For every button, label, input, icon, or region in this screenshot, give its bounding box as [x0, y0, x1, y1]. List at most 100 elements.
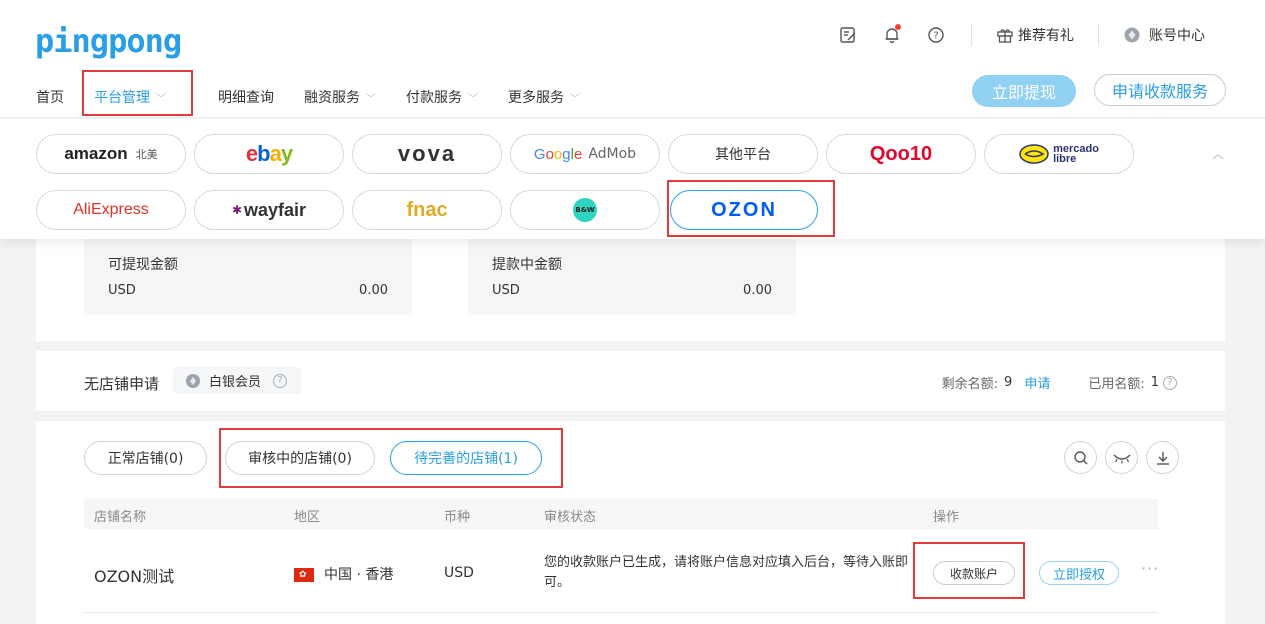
nav-home[interactable]: 首页: [36, 86, 64, 108]
highlight-box-tabs: [219, 428, 563, 488]
authorize-now-button[interactable]: 立即授权: [1039, 561, 1119, 585]
store-region: 中国 · 香港: [294, 564, 393, 584]
help-circle-icon[interactable]: ?: [925, 24, 947, 46]
nav-more-services[interactable]: 更多服务 ﹀: [508, 86, 580, 108]
member-badge: 白银会员 ?: [173, 367, 302, 394]
member-badge-label: 白银会员: [209, 375, 262, 390]
account-center-link[interactable]: 账号中心: [1123, 25, 1205, 45]
withdraw-button[interactable]: 立即提现: [972, 75, 1076, 107]
divider: [971, 24, 972, 46]
platform-amazon[interactable]: amazon 北美: [36, 134, 186, 174]
amazon-region: 北美: [135, 148, 158, 161]
aliexpress-logo-text: AliExpress: [73, 201, 149, 218]
download-button[interactable]: [1146, 441, 1179, 474]
stores-card: 正常店铺(0) 审核中的店铺(0) 待完善的店铺(1) 店铺名称 地区 币种 审…: [36, 421, 1225, 624]
store-currency: USD: [444, 565, 474, 581]
platform-vova[interactable]: vova: [352, 134, 502, 174]
platform-google-admob[interactable]: Google AdMob: [510, 134, 660, 174]
store-name: OZON测试: [94, 567, 175, 586]
google-logo: Google: [533, 145, 583, 163]
download-icon: [1156, 451, 1169, 465]
member-badge-icon: [186, 373, 200, 388]
ebay-logo: ebay: [245, 141, 293, 166]
nav-home-label: 首页: [36, 90, 64, 106]
edit-note-icon[interactable]: [837, 24, 859, 46]
highlight-box-ozon: [667, 180, 835, 237]
nav-payment-label: 付款服务: [406, 90, 462, 106]
other-platform-label: 其他平台: [715, 147, 771, 163]
notification-dot: [895, 24, 901, 30]
nav-detail-query[interactable]: 明细查询: [218, 86, 274, 108]
nav-detail-label: 明细查询: [218, 90, 274, 106]
search-button[interactable]: [1064, 441, 1097, 474]
bell-icon[interactable]: [881, 24, 903, 46]
withdrawing-value: 0.00: [743, 283, 772, 298]
help-icon[interactable]: ?: [273, 373, 288, 388]
used-label: 已用名额:: [1088, 377, 1145, 392]
no-store-card: 无店铺申请 白银会员 ? 剩余名额: 9 申请 已用名额: 1 ?: [36, 351, 1225, 411]
col-store-name: 店铺名称: [94, 510, 147, 525]
admob-text: AdMob: [588, 146, 637, 162]
divider: [1098, 24, 1099, 46]
eye-closed-icon: [1113, 454, 1130, 463]
available-value: 0.00: [359, 283, 388, 298]
svg-text:?: ?: [933, 31, 938, 42]
amazon-logo-text: amazon: [64, 144, 128, 163]
store-region-text: 中国 · 香港: [324, 567, 394, 583]
withdrawing-currency: USD: [492, 283, 520, 298]
fnac-logo-text: fnac: [406, 198, 448, 221]
platform-mercadolibre[interactable]: mercado libre: [984, 134, 1134, 174]
highlight-box-account: [913, 542, 1025, 599]
platform-other[interactable]: 其他平台: [668, 134, 818, 174]
gift-icon: [997, 29, 1013, 43]
nav-financing[interactable]: 融资服务 ﹀: [304, 86, 376, 108]
withdrawing-balance: 提款中金额 USD 0.00: [468, 239, 796, 315]
chevron-down-icon: ﹀: [570, 93, 580, 105]
tab-normal-stores[interactable]: 正常店铺(0): [84, 441, 207, 475]
available-title: 可提现金额: [108, 257, 178, 273]
used-value: 1: [1150, 375, 1159, 390]
chevron-down-icon: ﹀: [468, 93, 478, 105]
collapse-chevron-up-icon[interactable]: ︿: [1212, 145, 1224, 162]
available-currency: USD: [108, 283, 136, 298]
platform-qoo10[interactable]: Qoo10: [826, 134, 976, 174]
header: pingpong ? 推荐有礼 账号中心 首页 平台管理 ﹀ 明细查询 融资服务 ﹀…: [0, 0, 1265, 118]
referral-link[interactable]: 推荐有礼: [996, 25, 1074, 45]
col-region: 地区: [294, 510, 321, 525]
platform-wayfair[interactable]: ✱ wayfair: [194, 190, 344, 230]
platform-ebay[interactable]: ebay: [194, 134, 344, 174]
store-review-status: 您的收款账户已生成，请将账户信息对应填入后台，等待入账即可。: [544, 555, 909, 590]
highlight-box-nav: [82, 70, 193, 116]
platform-bw[interactable]: B&W: [510, 190, 660, 230]
platform-aliexpress[interactable]: AliExpress: [36, 190, 186, 230]
libre-text: libre: [1053, 153, 1077, 165]
account-label: 账号中心: [1149, 28, 1205, 44]
no-store-title: 无店铺申请: [84, 375, 160, 393]
platform-dropdown-panel: amazon 北美 ebay vova Google AdMob 其他平台 Qo…: [0, 119, 1265, 239]
col-actions: 操作: [933, 510, 960, 525]
referral-label: 推荐有礼: [1018, 28, 1074, 44]
nav-more-label: 更多服务: [508, 90, 564, 106]
wayfair-logo-text: wayfair: [244, 199, 307, 220]
nav-payment[interactable]: 付款服务 ﹀: [406, 86, 478, 108]
vova-logo-text: vova: [397, 141, 457, 166]
hong-kong-flag-icon: [294, 568, 314, 582]
more-actions-icon[interactable]: ···: [1141, 559, 1159, 578]
chevron-down-icon: ﹀: [366, 93, 376, 105]
wayfair-star-icon: ✱: [231, 203, 242, 217]
apply-link[interactable]: 申请: [1024, 373, 1050, 392]
platform-fnac[interactable]: fnac: [352, 190, 502, 230]
help-icon[interactable]: ?: [1163, 375, 1177, 390]
col-review-status: 审核状态: [544, 510, 597, 525]
bw-logo: B&W: [573, 198, 597, 222]
account-badge-icon: [1124, 27, 1140, 43]
pingpong-logo[interactable]: pingpong: [35, 22, 182, 60]
apply-service-button[interactable]: 申请收款服务: [1094, 74, 1226, 106]
search-icon: [1073, 450, 1087, 464]
balance-card: 可提现金额 USD 0.00 提款中金额 USD 0.00: [36, 239, 1225, 341]
quota-info: 剩余名额: 9 申请 已用名额: 1 ?: [942, 373, 1177, 392]
nav-financing-label: 融资服务: [304, 90, 360, 106]
toggle-visibility-button[interactable]: [1105, 441, 1138, 474]
handshake-icon: [1019, 144, 1049, 164]
qoo10-logo-text: Qoo10: [869, 142, 933, 165]
